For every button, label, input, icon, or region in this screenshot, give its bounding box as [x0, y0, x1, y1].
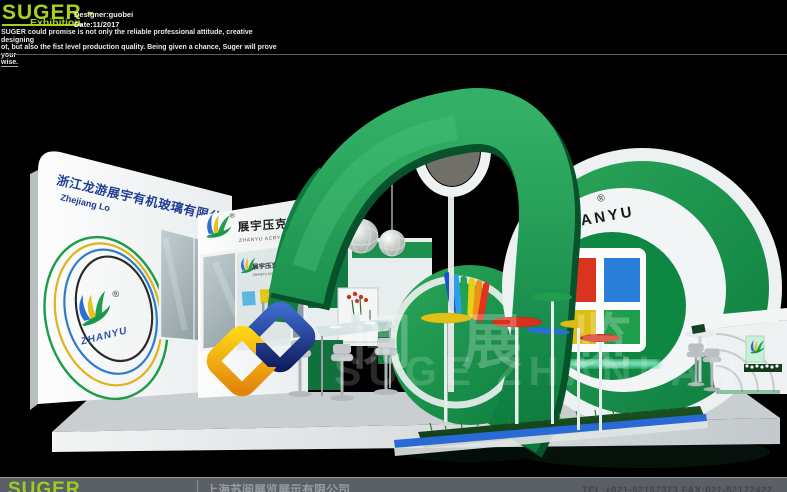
design-board: 浙江龙游展宇有机玻璃有限公司 Zhejiang Lo ® ZHANYU: [0, 0, 787, 492]
promise-line-1: SUGER could promise is not only the reli…: [1, 29, 281, 44]
watermark-latin: SUGE ZHANLAN: [334, 348, 744, 395]
designer-label: Designer:guobei: [74, 10, 133, 19]
footer-divider: [197, 480, 198, 492]
header-divider: [0, 54, 787, 55]
footer-company-name: 上海苏阅展览展示有限公司: [206, 481, 350, 492]
promise-paragraph: SUGER could promise is not only the reli…: [1, 29, 281, 67]
promise-line-2: ot, but also the fist level production q…: [1, 44, 281, 59]
promise-line-3: wise.: [1, 59, 281, 67]
footer-contact: TEL:+021-52157373 FAX:021-52172422: [582, 485, 773, 492]
footer-suger-logo: SUGER: [8, 479, 81, 492]
footer-bar: SUGER 上海苏阅展览展示有限公司 TEL:+021-52157373 FAX…: [0, 477, 787, 492]
date-label: Date:11/2017: [74, 20, 119, 29]
booth-render-scene: 浙江龙游展宇有机玻璃有限公司 Zhejiang Lo ® ZHANYU: [0, 0, 787, 492]
interlock-logo-watermark: [206, 299, 318, 403]
